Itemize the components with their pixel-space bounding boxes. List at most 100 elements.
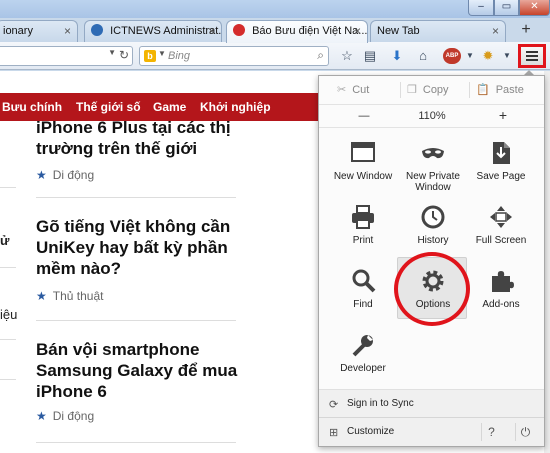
sync-label: Sign in to Sync xyxy=(347,398,414,409)
extension-dropdown-icon[interactable]: ▼ xyxy=(499,48,515,64)
baobuudien-favicon-icon xyxy=(233,24,245,36)
zoom-in-button[interactable]: + xyxy=(495,107,511,123)
find-button[interactable]: Find xyxy=(329,267,397,310)
full-screen-button[interactable]: Full Screen xyxy=(467,203,535,246)
home-icon[interactable]: ⌂ xyxy=(415,48,431,64)
minimize-button[interactable]: – xyxy=(468,0,494,16)
article-title[interactable]: iPhone 6 Plus tại các thị trường trên th… xyxy=(36,117,246,159)
adblock-dropdown-icon[interactable]: ▼ xyxy=(462,48,478,64)
new-window-icon xyxy=(351,142,375,162)
bookmarks-menu-icon[interactable]: ▤ xyxy=(362,48,378,64)
site-nav-item[interactable]: Game xyxy=(153,100,186,114)
hamburger-icon xyxy=(526,51,538,53)
url-bar[interactable]: ▼ ↻ xyxy=(0,46,133,66)
close-window-button[interactable]: ✕ xyxy=(519,0,550,16)
tab-dictionary[interactable]: ionary × xyxy=(0,20,78,42)
close-tab-icon[interactable]: × xyxy=(208,21,215,41)
search-input[interactable]: Bing xyxy=(168,50,190,62)
category-label: Di động xyxy=(52,168,95,182)
new-window-label: New Window xyxy=(333,171,393,182)
article-title[interactable]: Bán vội smartphone Samsung Galaxy để mua… xyxy=(36,339,246,402)
wrench-icon xyxy=(352,335,373,357)
reload-icon[interactable]: ↻ xyxy=(119,48,129,62)
search-magnifier-icon[interactable]: ⌕ xyxy=(317,48,324,63)
copy-label: Copy xyxy=(422,84,449,96)
close-tab-icon[interactable]: × xyxy=(64,21,71,41)
developer-button[interactable]: Developer xyxy=(329,331,397,374)
history-button[interactable]: History xyxy=(399,203,467,246)
extension-gear-icon[interactable]: ✹ xyxy=(480,48,496,64)
star-icon: ★ xyxy=(36,289,47,303)
site-nav-item[interactable]: Bưu chính xyxy=(2,100,62,114)
paste-label: Paste xyxy=(495,84,524,96)
tab-label: ICTNEWS Administrat... xyxy=(110,25,222,37)
cut-label: Cut xyxy=(352,84,370,96)
options-highlight-circle xyxy=(394,252,470,326)
new-window-button[interactable]: New Window xyxy=(329,139,397,182)
search-bar[interactable]: b ▼ Bing ⌕ xyxy=(139,46,329,66)
tab-ictnews[interactable]: ICTNEWS Administrat... × xyxy=(84,20,222,42)
close-tab-icon[interactable]: × xyxy=(354,21,361,41)
article-category[interactable]: ★ Thủ thuật xyxy=(36,289,103,303)
search-engine-dropdown-icon[interactable]: ▼ xyxy=(158,49,166,58)
left-column-text[interactable]: iệu xyxy=(0,307,17,322)
tab-baobuudien[interactable]: Báo Bưu điện Việt Na... × xyxy=(226,20,368,43)
customize-bar: ⊞ Customize ? ⏻ xyxy=(319,417,544,446)
printer-icon xyxy=(352,205,374,229)
url-dropdown-icon[interactable]: ▼ xyxy=(108,48,116,57)
tab-newtab[interactable]: New Tab × xyxy=(370,20,506,42)
add-ons-button[interactable]: Add-ons xyxy=(467,267,535,310)
zoom-controls: — 110% + xyxy=(319,104,544,128)
tab-label: Báo Bưu điện Việt Na... xyxy=(252,25,368,37)
save-page-label: Save Page xyxy=(476,171,526,182)
save-page-button[interactable]: Save Page xyxy=(467,139,535,182)
divider xyxy=(469,82,470,98)
downloads-icon[interactable]: ⬇ xyxy=(389,48,405,64)
new-tab-button[interactable]: + xyxy=(511,21,541,39)
divider xyxy=(36,320,236,321)
site-nav-item[interactable]: Thế giới số xyxy=(76,100,141,114)
adblock-icon[interactable]: ABP xyxy=(443,48,461,64)
scissors-icon: ✂ xyxy=(337,84,347,96)
help-icon[interactable]: ? xyxy=(481,423,501,441)
magnifier-icon xyxy=(352,269,376,293)
left-column-text[interactable]: ử xyxy=(0,233,9,248)
clock-icon xyxy=(421,205,445,229)
divider xyxy=(0,379,16,380)
open-menu-button[interactable] xyxy=(518,44,546,68)
copy-button[interactable]: ❐ Copy xyxy=(407,83,449,96)
fullscreen-icon xyxy=(490,206,512,228)
bing-icon[interactable]: b xyxy=(144,50,156,62)
divider xyxy=(0,339,16,340)
divider xyxy=(400,82,401,98)
article-category[interactable]: ★ Di động xyxy=(36,168,94,182)
quit-power-icon[interactable]: ⏻ xyxy=(515,423,535,441)
divider xyxy=(0,267,16,268)
edit-controls: ✂ Cut ❐ Copy 📋 Paste xyxy=(319,76,544,104)
maximize-button[interactable]: ▭ xyxy=(494,0,519,16)
print-button[interactable]: Print xyxy=(329,203,397,246)
sign-in-sync-button[interactable]: ⟳ Sign in to Sync xyxy=(319,389,544,417)
full-screen-label: Full Screen xyxy=(475,235,527,246)
divider xyxy=(0,187,16,188)
plus-square-icon[interactable]: ⊞ xyxy=(329,426,338,439)
bookmark-star-icon[interactable]: ☆ xyxy=(339,48,355,64)
save-page-icon xyxy=(493,142,510,164)
article-category[interactable]: ★ Di động xyxy=(36,409,94,423)
paste-button[interactable]: 📋 Paste xyxy=(476,83,524,96)
paste-icon: 📋 xyxy=(476,84,490,96)
article-title[interactable]: Gõ tiếng Việt không cần UniKey hay bất k… xyxy=(36,216,246,279)
history-label: History xyxy=(417,235,449,246)
customize-button[interactable]: Customize xyxy=(347,426,394,437)
close-tab-icon[interactable]: × xyxy=(492,21,499,41)
site-nav-item[interactable]: Khởi nghiệp xyxy=(200,100,271,114)
cut-button[interactable]: ✂ Cut xyxy=(337,83,369,96)
zoom-reset-button[interactable]: 110% xyxy=(417,110,447,122)
new-private-window-button[interactable]: New Private Window xyxy=(399,139,467,193)
zoom-out-button[interactable]: — xyxy=(356,110,372,122)
divider xyxy=(36,197,236,198)
star-icon: ★ xyxy=(36,409,47,423)
hamburger-icon-bar xyxy=(526,59,538,61)
firefox-menu-panel: ✂ Cut ❐ Copy 📋 Paste — 110% + New Window Ne… xyxy=(318,75,545,447)
find-label: Find xyxy=(353,299,373,310)
